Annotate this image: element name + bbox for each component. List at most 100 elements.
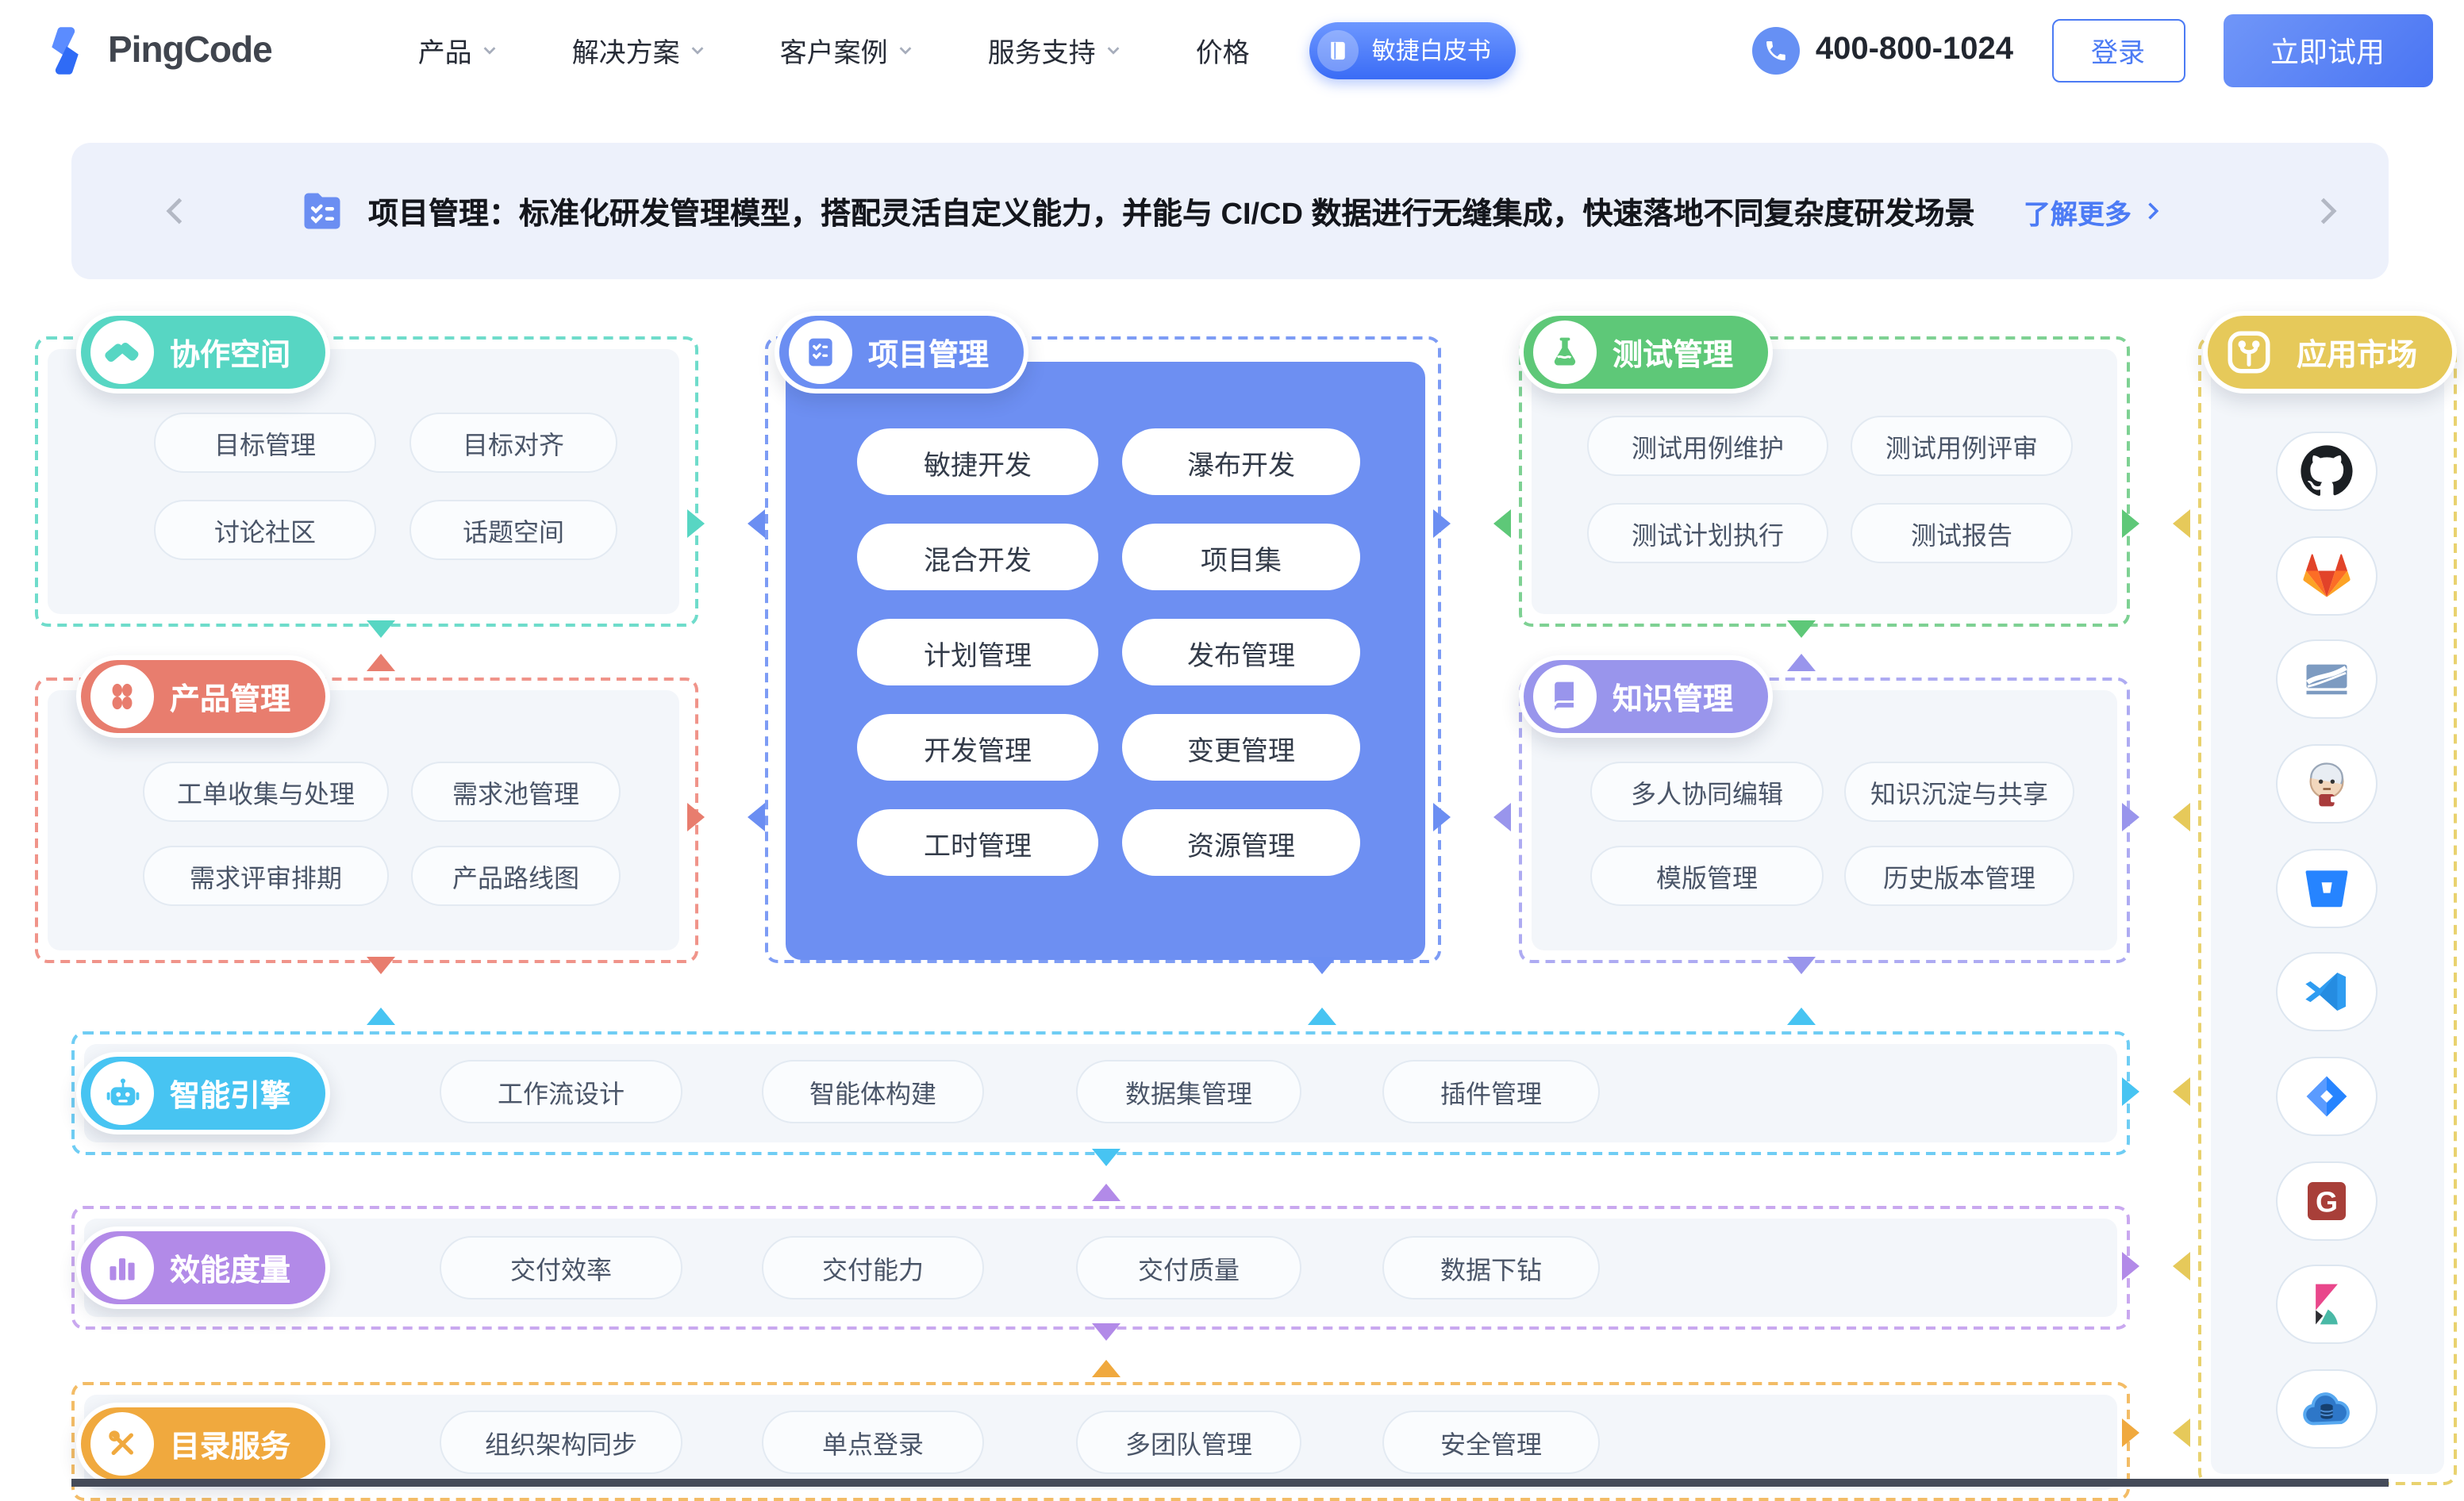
feature-chip: 瀑布开发 bbox=[1122, 428, 1360, 495]
nav-item-customers[interactable]: 客户案例 bbox=[780, 30, 915, 70]
flow-arrow bbox=[2173, 509, 2190, 538]
bitbucket-icon bbox=[2301, 863, 2352, 914]
feature-chip: 安全管理 bbox=[1382, 1411, 1600, 1474]
svg-text:G: G bbox=[2316, 1185, 2338, 1218]
flow-arrow bbox=[367, 620, 395, 638]
bar-chart-icon bbox=[90, 1236, 154, 1299]
nav-item-support[interactable]: 服务支持 bbox=[988, 30, 1123, 70]
phone-icon bbox=[1752, 26, 1800, 74]
flow-arrow bbox=[2122, 1418, 2139, 1447]
flow-arrow bbox=[1493, 509, 1511, 538]
feature-chip: 混合开发 bbox=[857, 524, 1098, 590]
feature-chip: 工作流设计 bbox=[440, 1060, 682, 1123]
flask-icon bbox=[1533, 321, 1597, 384]
feature-chip: 知识沉淀与共享 bbox=[1844, 762, 2074, 822]
app-pill bbox=[2276, 744, 2378, 823]
flow-arrow bbox=[1787, 654, 1816, 671]
feature-chip: 资源管理 bbox=[1122, 809, 1360, 876]
phone-contact[interactable]: 400-800-1024 bbox=[1752, 26, 2013, 74]
cloud-database-icon bbox=[2300, 1382, 2354, 1436]
nav-item-pricing[interactable]: 价格 bbox=[1196, 30, 1250, 70]
pingcode-homepage: PingCode 产品 解决方案 客户案例 服务支持 价格 bbox=[0, 0, 2464, 1486]
page-fold-divider bbox=[71, 1479, 2389, 1486]
book-icon bbox=[1318, 29, 1359, 71]
app-pill bbox=[2276, 432, 2378, 511]
checklist-folder-icon bbox=[298, 187, 346, 235]
knowledge-section-label: 知识管理 bbox=[1519, 655, 1773, 738]
feature-chip: 产品路线图 bbox=[411, 846, 621, 906]
feature-chip: 测试计划执行 bbox=[1587, 503, 1828, 563]
app-pill bbox=[2276, 952, 2378, 1031]
feature-chip: 工单收集与处理 bbox=[143, 762, 389, 822]
flow-arrow bbox=[2122, 803, 2139, 831]
navbar-right: 400-800-1024 登录 立即试用 bbox=[1752, 13, 2432, 86]
gitlab-icon bbox=[2300, 549, 2354, 603]
flow-arrow bbox=[2173, 1418, 2190, 1447]
feature-chip: 敏捷开发 bbox=[857, 428, 1098, 495]
nav-item-products[interactable]: 产品 bbox=[418, 30, 499, 70]
flow-arrow bbox=[1787, 1008, 1816, 1025]
jenkins-icon bbox=[2300, 757, 2354, 811]
feature-chip: 数据集管理 bbox=[1076, 1060, 1301, 1123]
login-button[interactable]: 登录 bbox=[2051, 18, 2185, 82]
chevron-down-icon bbox=[898, 41, 915, 59]
flow-arrow bbox=[367, 654, 395, 671]
flow-arrow bbox=[1092, 1149, 1121, 1166]
feature-chip: 模版管理 bbox=[1590, 846, 1824, 906]
feature-chip: 交付能力 bbox=[762, 1236, 984, 1299]
pingcode-logo-icon bbox=[40, 23, 94, 77]
vscode-icon bbox=[2301, 966, 2352, 1017]
banner-next-button[interactable] bbox=[2309, 194, 2344, 228]
project-section-label: 项目管理 bbox=[775, 311, 1028, 393]
jira-icon bbox=[2301, 1071, 2352, 1122]
app-pill: G bbox=[2276, 1161, 2378, 1241]
flow-arrow bbox=[1493, 803, 1511, 831]
flow-arrow bbox=[1787, 957, 1816, 974]
product-section-label: 产品管理 bbox=[76, 655, 330, 738]
feature-chip: 交付效率 bbox=[440, 1236, 682, 1299]
feature-chip: 智能体构建 bbox=[762, 1060, 984, 1123]
kibana-icon bbox=[2301, 1279, 2352, 1330]
robot-icon bbox=[90, 1061, 154, 1125]
flow-arrow bbox=[1092, 1323, 1121, 1341]
app-pill bbox=[2276, 1369, 2378, 1449]
flow-arrow bbox=[1092, 1184, 1121, 1201]
flow-arrow bbox=[2173, 803, 2190, 831]
feature-chip: 变更管理 bbox=[1122, 714, 1360, 781]
ai-section-label: 智能引擎 bbox=[76, 1052, 330, 1134]
feature-chip: 多人协同编辑 bbox=[1590, 762, 1824, 822]
chevron-down-icon bbox=[482, 41, 499, 59]
test-section-label: 测试管理 bbox=[1519, 311, 1773, 393]
flow-arrow bbox=[1433, 509, 1451, 538]
metrics-section-label: 效能度量 bbox=[76, 1227, 330, 1309]
app-pill bbox=[2276, 639, 2378, 719]
flow-arrow bbox=[1308, 957, 1336, 974]
feature-chip: 数据下钻 bbox=[1382, 1236, 1600, 1299]
flow-arrow bbox=[748, 509, 765, 538]
flow-arrow bbox=[687, 803, 705, 831]
pingcode-logo[interactable]: PingCode bbox=[40, 23, 272, 77]
nav-item-solutions[interactable]: 解决方案 bbox=[572, 30, 707, 70]
feature-chip: 测试用例评审 bbox=[1851, 416, 2073, 476]
flow-arrow bbox=[1787, 620, 1816, 638]
agile-whitepaper-badge[interactable]: 敏捷白皮书 bbox=[1310, 21, 1516, 79]
flow-arrow bbox=[367, 957, 395, 974]
trial-button[interactable]: 立即试用 bbox=[2223, 13, 2432, 86]
feature-chip: 组织架构同步 bbox=[440, 1411, 682, 1474]
app-pill bbox=[2276, 536, 2378, 616]
feature-chip: 目标对齐 bbox=[409, 413, 617, 473]
flow-arrow bbox=[748, 803, 765, 831]
feature-chip: 目标管理 bbox=[154, 413, 376, 473]
branch-icon bbox=[2217, 321, 2281, 384]
learn-more-link[interactable]: 了解更多 bbox=[2024, 191, 2163, 231]
app-pill bbox=[2276, 1265, 2378, 1344]
logo-text: PingCode bbox=[108, 29, 272, 71]
banner-prev-button[interactable] bbox=[159, 194, 194, 228]
announcement-banner: 项目管理：标准化研发管理模型，搭配灵活自定义能力，并能与 CI/CD 数据进行无… bbox=[71, 143, 2389, 279]
flow-arrow bbox=[1092, 1360, 1121, 1377]
feature-chip: 项目集 bbox=[1122, 524, 1360, 590]
feature-chip: 开发管理 bbox=[857, 714, 1098, 781]
checklist-icon bbox=[789, 321, 852, 384]
flow-arrow bbox=[1308, 1008, 1336, 1025]
feature-chip: 需求池管理 bbox=[411, 762, 621, 822]
